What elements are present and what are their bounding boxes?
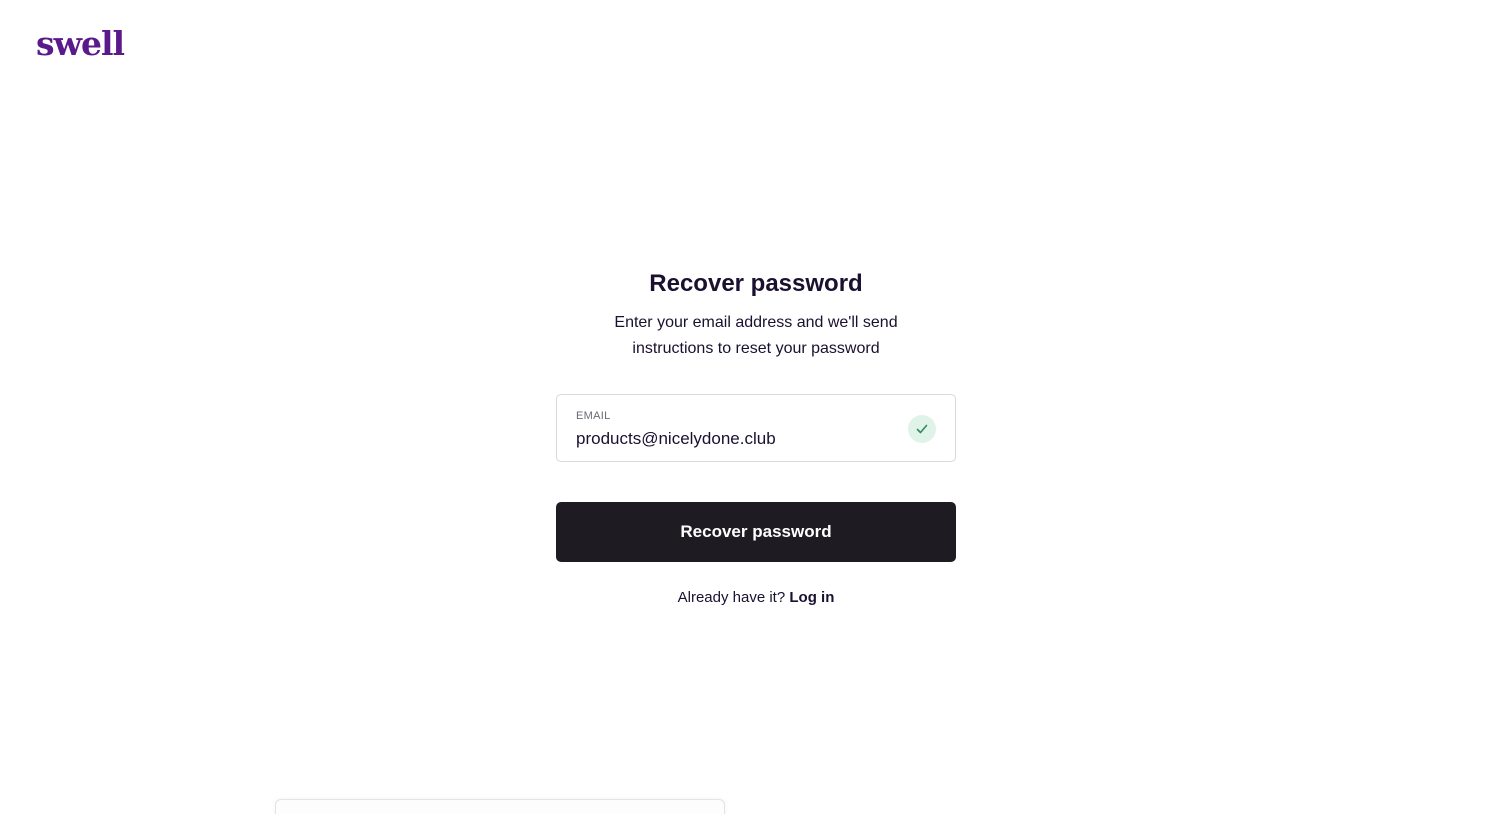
email-input[interactable] <box>576 427 896 451</box>
email-label: EMAIL <box>576 410 611 422</box>
email-field[interactable]: EMAIL <box>556 394 956 462</box>
login-link[interactable]: Log in <box>789 589 834 606</box>
recover-password-button[interactable]: Recover password <box>556 502 956 562</box>
check-icon <box>916 424 928 434</box>
page-title: Recover password <box>649 270 863 297</box>
login-prompt: Already have it? <box>677 589 786 606</box>
recover-password-form: Recover password Enter your email addres… <box>556 268 956 606</box>
page-subtitle: Enter your email address and we'll send … <box>614 314 898 357</box>
swell-logo[interactable]: swell <box>36 24 125 64</box>
login-row: Already have it? Log in <box>556 589 956 606</box>
valid-badge <box>908 415 936 443</box>
bottom-panel <box>275 799 725 814</box>
recover-password-page: swell Recover password Enter your email … <box>0 0 1512 814</box>
